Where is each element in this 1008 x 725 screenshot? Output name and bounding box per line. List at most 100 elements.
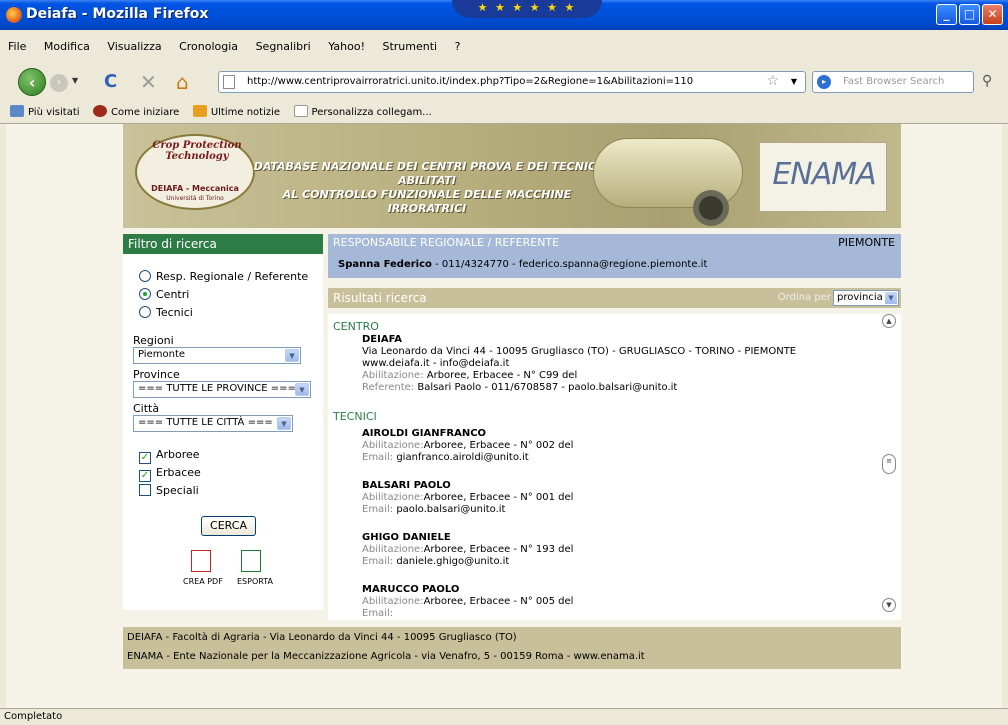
email-key: Email: [362,556,394,567]
email-value: daniele.ghigo@unito.it [396,556,510,567]
footer-line-deiafa: DEIAFA - Facoltà di Agraria - Via Leonar… [127,632,517,643]
radio-icon[interactable] [139,288,151,300]
radio-centri[interactable]: Centri [139,288,189,301]
esporta-label[interactable]: ESPORTA [237,577,273,586]
url-bar[interactable]: http://www.centriprovairroratrici.unito.… [218,71,806,93]
banner-title: DATABASE NAZIONALE DEI CENTRI PROVA E DE… [247,160,607,216]
close-button[interactable]: ✕ [982,4,1003,25]
search-magnifier-icon[interactable]: ⚲ [982,73,992,89]
maximize-button[interactable]: □ [959,4,980,25]
abilitazione-key: Abilitazione: [362,596,424,607]
checkbox-icon[interactable] [139,484,151,496]
list-item: AIROLDI GIANFRANCO Abilitazione:Arboree,… [362,428,573,464]
url-text[interactable]: http://www.centriprovairroratrici.unito.… [247,76,693,87]
tecnico-email: Email: daniele.ghigo@unito.it [362,556,573,568]
radio-label: Centri [156,288,190,301]
responsabile-name: Spanna Federico [338,259,432,270]
menu-modifica[interactable]: Modifica [44,40,90,53]
centro-web: www.deiafa.it - info@deiafa.it [362,358,510,369]
status-bar: Completato [0,708,1008,725]
chevron-down-icon[interactable]: ▼ [885,292,897,304]
cerca-button[interactable]: CERCA [201,516,256,536]
scroll-down-button[interactable]: ▼ [882,598,896,612]
url-dropdown-icon[interactable]: ▼ [791,77,797,86]
home-button[interactable]: ⌂ [176,70,189,94]
bookmark-star-icon[interactable]: ☆ [766,73,779,89]
chevron-down-icon[interactable]: ▼ [285,349,299,362]
forward-button[interactable]: › [50,74,68,92]
check-erbacee[interactable]: ✓ Erbacee [139,466,201,482]
province-value: === TUTTE LE PROVINCE === [138,383,296,394]
citta-select[interactable]: === TUTTE LE CITTÀ === ▼ [133,415,293,432]
abilitazione-value: Arboree, Erbacee - N° 005 del [423,596,574,607]
site-footer: DEIAFA - Facoltà di Agraria - Via Leonar… [123,627,901,669]
banner-title-line2: AL CONTROLLO FUNZIONALE DELLE MACCHINE I… [282,188,572,215]
radio-icon[interactable] [139,270,151,282]
enama-logo: ENAMA [759,142,887,212]
menu-segnalibri[interactable]: Segnalibri [256,40,311,53]
bookmark-come-iniziare[interactable]: Come iniziare [93,105,179,118]
menu-strumenti[interactable]: Strumenti [382,40,437,53]
logo-arc-text: Crop Protection Technology [152,140,242,162]
checkbox-icon[interactable]: ✓ [139,452,151,464]
results-list: CENTRO DEIAFA Via Leonardo da Vinci 44 -… [328,314,901,620]
results-header: Risultati ricerca Ordina per provincia ▼ [328,288,901,308]
window-title: Deiafa - Mozilla Firefox [26,6,209,22]
search-engine-icon[interactable]: ▸ [817,75,831,89]
back-button[interactable]: ‹ [18,68,46,96]
abilitazione-value: Arboree, Erbacee - N° 193 del [423,544,574,555]
radio-icon[interactable] [139,306,151,318]
bookmark-ultime-notizie[interactable]: Ultime notizie [192,105,280,118]
responsabile-region: PIEMONTE [838,236,895,249]
banner-title-line1: DATABASE NAZIONALE DEI CENTRI PROVA E DE… [253,160,601,187]
bookmark-label: Più visitati [28,107,80,118]
pdf-icon[interactable] [191,550,211,572]
chevron-down-icon[interactable]: ▼ [295,383,309,396]
radio-tecnici[interactable]: Tecnici [139,306,193,319]
reload-button[interactable]: C [104,71,117,92]
bookmark-personalizza[interactable]: Personalizza collegam... [293,105,432,118]
menu-visualizza[interactable]: Visualizza [107,40,161,53]
menu-file[interactable]: File [8,40,26,53]
checkbox-icon[interactable]: ✓ [139,470,151,482]
order-select[interactable]: provincia ▼ [833,290,899,306]
tecnici-heading: TECNICI [333,410,377,423]
regioni-select[interactable]: Piemonte ▼ [133,347,301,364]
check-speciali[interactable]: Speciali [139,484,199,497]
page-icon [293,105,308,117]
tecnico-abilitazione: Abilitazione:Arboree, Erbacee - N° 193 d… [362,544,573,556]
abilitazione-key: Abilitazione: [362,492,424,503]
rss-icon [192,105,207,117]
crea-pdf-label[interactable]: CREA PDF [183,577,223,586]
abilitazione-value: Arboree, Erbacee - N° 001 del [423,492,574,503]
responsabile-box: RESPONSABILE REGIONALE / REFERENTE PIEMO… [328,234,901,278]
menu-cronologia[interactable]: Cronologia [179,40,238,53]
status-text: Completato [4,711,63,722]
chevron-down-icon[interactable]: ▼ [277,417,291,430]
referente-value: Balsari Paolo - 011/6708587 - paolo.bals… [414,382,678,393]
centro-name: DEIAFA [362,334,403,345]
bookmark-piu-visitati[interactable]: Più visitati [10,105,80,118]
scroll-up-button[interactable]: ▲ [882,314,896,328]
stop-button[interactable]: ✕ [140,70,157,94]
province-select[interactable]: === TUTTE LE PROVINCE === ▼ [133,381,311,398]
firefox-bookmark-icon [93,105,108,117]
search-bar[interactable]: ▸ Fast Browser Search [812,71,974,93]
search-input[interactable]: Fast Browser Search [843,76,944,87]
bookmark-folder-icon [10,105,24,117]
referente-key: Referente: [362,382,415,393]
menu-yahoo[interactable]: Yahoo! [328,40,365,53]
excel-icon[interactable] [241,550,261,572]
enama-logo-text: ENAMA [772,157,876,192]
tecnico-abilitazione: Abilitazione:Arboree, Erbacee - N° 005 d… [362,596,573,608]
radio-resp-regionale[interactable]: Resp. Regionale / Referente [139,270,308,283]
scrollbar-thumb[interactable]: ≡ [882,454,896,474]
eu-flag-icon: ★ ★ ★ ★ ★ ★ [452,0,602,18]
order-label: Ordina per [777,292,831,303]
tecnico-email: Email: gianfranco.airoldi@unito.it [362,452,573,464]
email-key: Email: [362,504,394,515]
history-dropdown-icon[interactable]: ▼ [72,76,78,85]
check-arboree[interactable]: ✓ Arboree [139,448,200,464]
menu-help[interactable]: ? [455,40,461,53]
minimize-button[interactable]: _ [936,4,957,25]
